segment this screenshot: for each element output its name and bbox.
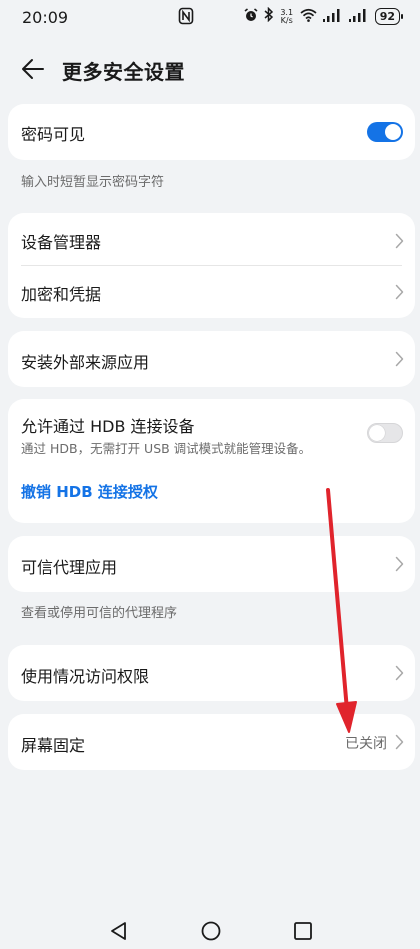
circle-home-icon[interactable] [200,920,222,942]
nfc-icon [178,7,194,29]
install-external-row[interactable]: 安装外部来源应用 [8,331,415,387]
network-speed: 3.1 K/s [280,8,294,25]
device-manager-row[interactable]: 设备管理器 [8,213,415,265]
device-manager-label: 设备管理器 [21,233,102,252]
install-external-label: 安装外部来源应用 [21,353,150,372]
battery-indicator: 92 [374,8,404,25]
hdb-description: 通过 HDB，无需打开 USB 调试模式就能管理设备。 [21,441,312,456]
signal-icon-1 [322,8,343,26]
trust-agent-row[interactable]: 可信代理应用 [8,536,415,592]
screen-pin-label: 屏幕固定 [21,736,86,755]
trust-agent-label: 可信代理应用 [21,558,118,577]
title-bar: 更多安全设置 [0,44,420,94]
hdb-card: 允许通过 HDB 连接设备 通过 HDB，无需打开 USB 调试模式就能管理设备… [8,399,415,523]
install-external-card: 安装外部来源应用 [8,331,415,387]
status-indicators: 3.1 K/s 92 [244,6,404,26]
password-visible-label: 密码可见 [21,125,86,144]
chevron-right-icon [395,284,404,300]
system-navigation-bar [0,912,420,949]
wifi-icon [300,8,317,26]
screen-pin-row[interactable]: 屏幕固定 已关闭 [8,714,415,770]
signal-icon-2 [348,8,369,26]
chevron-right-icon [395,734,404,750]
encryption-row[interactable]: 加密和凭据 [8,266,415,318]
page-title: 更多安全设置 [62,60,185,84]
hdb-toggle[interactable] [367,423,403,443]
square-recent-icon[interactable] [292,920,314,942]
password-visible-row[interactable]: 密码可见 [8,104,415,160]
usage-access-card: 使用情况访问权限 [8,645,415,701]
back-arrow-icon[interactable] [20,56,46,82]
chevron-right-icon [395,351,404,367]
hdb-label: 允许通过 HDB 连接设备 [21,417,195,436]
chevron-right-icon [395,556,404,572]
password-visible-card: 密码可见 [8,104,415,160]
screen-pin-card: 屏幕固定 已关闭 [8,714,415,770]
triangle-back-icon[interactable] [108,920,130,942]
usage-access-row[interactable]: 使用情况访问权限 [8,645,415,701]
usage-access-label: 使用情况访问权限 [21,667,150,686]
chevron-right-icon [395,665,404,681]
revoke-hdb-link[interactable]: 撤销 HDB 连接授权 [21,481,158,502]
password-visible-toggle[interactable] [367,122,403,142]
device-card: 设备管理器 加密和凭据 [8,213,415,318]
chevron-right-icon [395,233,404,249]
bluetooth-icon [264,6,274,26]
toggle-knob [369,425,385,441]
status-time: 20:09 [22,8,69,27]
trust-agent-helper: 查看或停用可信的代理程序 [21,606,178,621]
password-visible-helper: 输入时短暂显示密码字符 [21,175,165,190]
alarm-icon [244,7,258,26]
status-bar: 20:09 3.1 K/s 92 [0,0,420,36]
network-speed-unit: K/s [280,15,293,25]
hdb-row[interactable]: 允许通过 HDB 连接设备 通过 HDB，无需打开 USB 调试模式就能管理设备… [8,399,415,465]
trust-agent-card: 可信代理应用 [8,536,415,592]
encryption-label: 加密和凭据 [21,285,102,304]
screen-pin-value: 已关闭 [345,736,387,752]
toggle-knob [385,124,401,140]
